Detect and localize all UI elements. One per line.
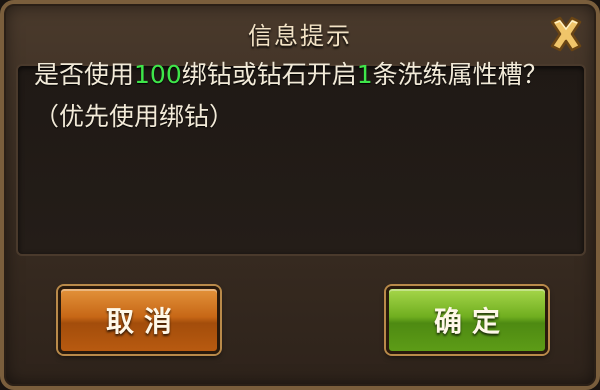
- diamond-amount: 100: [134, 60, 182, 89]
- confirm-button[interactable]: 确定: [386, 286, 548, 354]
- close-icon: [550, 16, 582, 52]
- close-button[interactable]: [544, 12, 588, 56]
- cancel-button[interactable]: 取消: [58, 286, 220, 354]
- message-part-2: 绑钻或钻石开启: [181, 60, 357, 89]
- confirm-button-label: 确定: [433, 305, 510, 338]
- dialog-title: 信息提示: [248, 21, 352, 50]
- dialog-message: 是否使用100绑钻或钻石开启1条洗练属性槽？（优先使用绑钻）: [34, 54, 554, 138]
- cancel-button-label: 取消: [105, 305, 182, 338]
- message-part-1: 是否使用: [34, 60, 135, 89]
- info-dialog: 信息提示 是否使用100绑钻或钻石开启1条洗练属性槽？（优先使用绑钻） 取消 确…: [0, 0, 600, 390]
- slot-count: 1: [356, 60, 373, 89]
